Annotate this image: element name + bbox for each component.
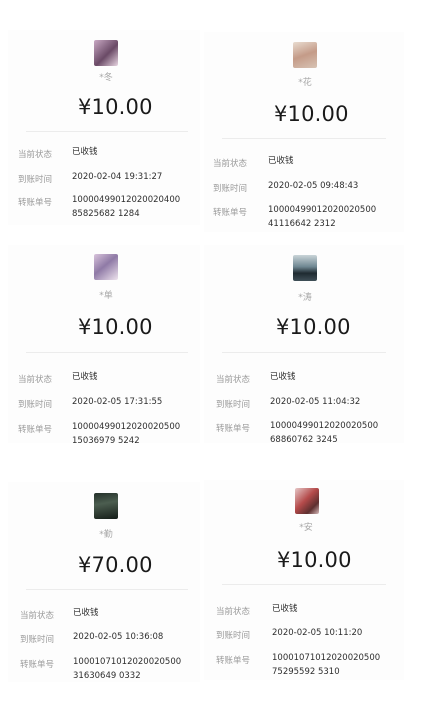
divider — [26, 131, 188, 132]
avatar — [295, 488, 319, 514]
payer-name: *勤 — [99, 530, 113, 540]
status-value: 已收钱 — [72, 372, 98, 382]
transfer-no-label: 转账单号 — [213, 208, 248, 218]
payer-name: *安 — [299, 523, 313, 533]
status-value: 已收钱 — [73, 608, 99, 618]
payer-name: *花 — [298, 78, 312, 88]
status-label: 当前状态 — [18, 375, 53, 385]
amount: ¥10.00 — [277, 548, 352, 572]
avatar — [293, 255, 317, 281]
status-value: 已收钱 — [268, 156, 294, 166]
payer-name: *涛 — [298, 293, 312, 303]
divider — [222, 584, 386, 585]
receipt-collage: *冬 ¥10.00 当前状态 已收钱 到账时间 2020-02-04 19:31… — [0, 0, 434, 710]
avatar — [94, 254, 118, 280]
time-label: 到账时间 — [18, 175, 53, 185]
amount: ¥10.00 — [78, 95, 153, 119]
transfer-no-label: 转账单号 — [18, 425, 53, 435]
transfer-no-label: 转账单号 — [216, 656, 251, 666]
time-value: 2020-02-05 09:48:43 — [268, 181, 359, 191]
avatar — [293, 42, 317, 68]
status-value: 已收钱 — [272, 604, 298, 614]
status-label: 当前状态 — [213, 159, 248, 169]
time-label: 到账时间 — [216, 631, 251, 641]
amount: ¥10.00 — [274, 102, 349, 126]
divider — [222, 352, 386, 353]
avatar — [94, 40, 118, 66]
time-label: 到账时间 — [216, 400, 251, 410]
time-value: 2020-02-04 19:31:27 — [72, 172, 163, 182]
divider — [222, 138, 386, 139]
transfer-no-value: 1000049901202002050015036979 5242 — [72, 422, 181, 446]
time-value: 2020-02-05 10:11:20 — [272, 628, 363, 638]
avatar — [94, 493, 118, 519]
status-label: 当前状态 — [20, 611, 55, 621]
status-value: 已收钱 — [72, 147, 98, 157]
payer-name: *冬 — [99, 73, 113, 83]
transfer-no-value: 1000049901202002050068860762 3245 — [270, 421, 379, 445]
time-value: 2020-02-05 10:36:08 — [73, 632, 164, 642]
time-label: 到账时间 — [18, 400, 53, 410]
divider — [26, 352, 188, 353]
time-value: 2020-02-05 11:04:32 — [270, 397, 361, 407]
time-label: 到账时间 — [213, 184, 248, 194]
transfer-no-label: 转账单号 — [20, 660, 55, 670]
amount: ¥70.00 — [78, 553, 153, 577]
status-label: 当前状态 — [18, 150, 53, 160]
transfer-no-value: 1000049901202002040085825682 1284 — [72, 195, 181, 219]
transfer-no-label: 转账单号 — [18, 198, 53, 208]
time-value: 2020-02-05 17:31:55 — [72, 397, 163, 407]
transfer-no-value: 1000049901202002050041116642 2312 — [268, 205, 377, 229]
status-label: 当前状态 — [216, 607, 251, 617]
status-label: 当前状态 — [216, 375, 251, 385]
divider — [26, 589, 188, 590]
transfer-no-value: 1000107101202002050075295592 5310 — [272, 653, 381, 677]
amount: ¥10.00 — [276, 315, 351, 339]
transfer-no-value: 1000107101202002050031630649 0332 — [73, 657, 182, 681]
transfer-no-label: 转账单号 — [216, 424, 251, 434]
time-label: 到账时间 — [20, 635, 55, 645]
amount: ¥10.00 — [78, 315, 153, 339]
status-value: 已收钱 — [270, 372, 296, 382]
payer-name: *单 — [99, 291, 113, 301]
